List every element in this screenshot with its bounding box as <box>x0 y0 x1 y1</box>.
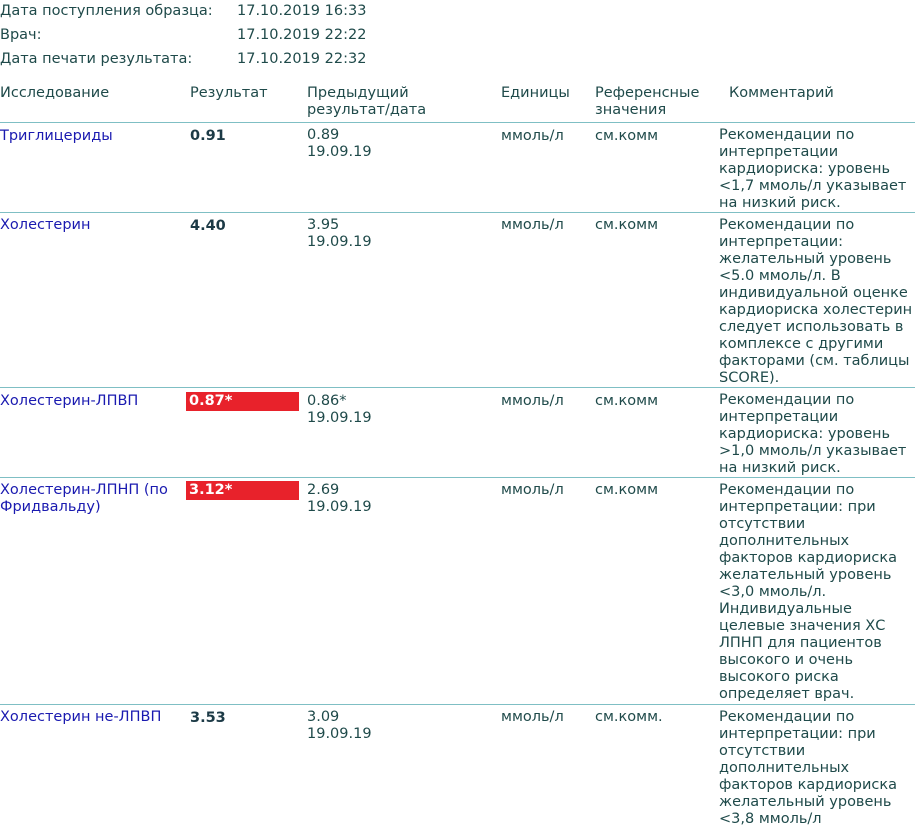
column-header-reference-line1: Референсные <box>595 85 700 101</box>
received-value: 17.10.2019 16:33 <box>237 3 367 19</box>
previous-result: 2.69 19.09.19 <box>307 482 372 516</box>
row-divider <box>0 704 915 705</box>
test-name-link[interactable]: Триглицериды <box>0 128 180 145</box>
previous-date: 19.09.19 <box>307 234 372 250</box>
column-header-comment: Комментарий <box>729 85 834 101</box>
reference-value: см.комм <box>595 393 659 409</box>
column-header-result: Результат <box>190 85 268 101</box>
previous-result: 3.95 19.09.19 <box>307 217 372 251</box>
test-name-link[interactable]: Холестерин <box>0 217 180 234</box>
reference-value: см.комм <box>595 217 659 233</box>
column-header-units: Единицы <box>501 85 570 101</box>
units-value: ммоль/л <box>501 217 564 233</box>
test-name-link[interactable]: Холестерин не-ЛПВП <box>0 709 180 726</box>
column-header-reference-line2: значения <box>595 102 667 118</box>
column-header-previous-line2: результат/дата <box>307 102 427 118</box>
previous-date: 19.09.19 <box>307 726 372 742</box>
previous-value: 2.69 <box>307 482 340 498</box>
previous-value: 3.95 <box>307 217 340 233</box>
result-value: 4.40 <box>190 218 226 234</box>
received-label: Дата поступления образца: <box>0 3 213 19</box>
previous-value: 0.86* <box>307 393 347 409</box>
result-value-abnormal: 3.12* <box>186 481 299 500</box>
column-header-reference: Референсные значения <box>595 85 699 119</box>
comment-text: Рекомендации по интерпретации кардиориск… <box>719 127 907 211</box>
previous-date: 19.09.19 <box>307 499 372 515</box>
result-value: 3.53 <box>190 710 226 726</box>
previous-result: 0.86* 19.09.19 <box>307 393 372 427</box>
previous-result: 3.09 19.09.19 <box>307 709 372 743</box>
units-value: ммоль/л <box>501 393 564 409</box>
comment-text: Рекомендации по интерпретации: желательн… <box>719 217 913 386</box>
row-divider <box>0 212 915 213</box>
previous-date: 19.09.19 <box>307 410 372 426</box>
column-header-previous-line1: Предыдущий <box>307 85 409 101</box>
doctor-value: 17.10.2019 22:22 <box>237 27 367 43</box>
column-header-test: Исследование <box>0 85 110 101</box>
previous-date: 19.09.19 <box>307 144 372 160</box>
comment-text: Рекомендации по интерпретации: при отсут… <box>719 709 898 827</box>
test-name-link[interactable]: Холестерин-ЛПНП (по Фридвальду) <box>0 482 180 516</box>
header-divider <box>0 122 915 123</box>
row-divider <box>0 477 915 478</box>
row-divider <box>0 387 915 388</box>
print-value: 17.10.2019 22:32 <box>237 51 367 67</box>
column-header-previous: Предыдущий результат/дата <box>307 85 426 119</box>
reference-value: см.комм <box>595 482 659 498</box>
previous-value: 0.89 <box>307 127 340 143</box>
result-value-abnormal: 0.87* <box>186 392 299 411</box>
reference-value: см.комм. <box>595 709 663 725</box>
previous-result: 0.89 19.09.19 <box>307 127 372 161</box>
comment-text: Рекомендации по интерпретации: при отсут… <box>719 482 898 702</box>
result-value: 0.91 <box>190 128 226 144</box>
doctor-label: Врач: <box>0 27 42 43</box>
print-label: Дата печати результата: <box>0 51 193 67</box>
units-value: ммоль/л <box>501 709 564 725</box>
comment-text: Рекомендации по интерпретации кардиориск… <box>719 392 907 476</box>
test-name-link[interactable]: Холестерин-ЛПВП <box>0 393 180 410</box>
units-value: ммоль/л <box>501 128 564 144</box>
previous-value: 3.09 <box>307 709 340 725</box>
units-value: ммоль/л <box>501 482 564 498</box>
reference-value: см.комм <box>595 128 659 144</box>
